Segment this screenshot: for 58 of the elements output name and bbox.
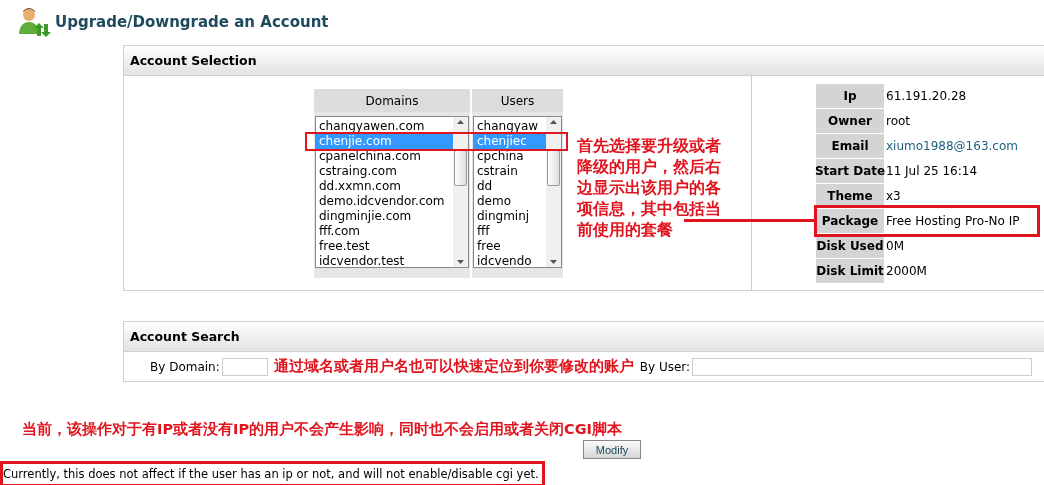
column-header: Users [472,89,563,112]
info-label: Owner [816,109,884,133]
info-value: root [886,113,912,130]
domains-listbox[interactable]: changyawen.com chenjie.com cpanelchina.com cstraing.com dd.xxmn.com demo.idcvendor.com dingminjie.com fff.com free.test idcvendor.test [315,116,469,268]
list-item[interactable]: dd.xxmn.com [316,179,453,194]
scrollbar[interactable] [546,117,561,267]
list-item[interactable]: fff.com [316,224,453,239]
list-item[interactable]: cpchina [474,149,546,164]
panel-title: Account Search [124,322,1044,352]
domain-search-field[interactable] [221,357,268,376]
scrollbar-thumb[interactable] [454,150,467,186]
annotation-text: 首先选择要升级或者降级的用户，然后右边显示出该用户的各项信息，其中包括当前使用的套餐 [577,135,721,240]
list-item[interactable]: fff [474,224,546,239]
info-value: 61.191.20.28 [886,88,968,105]
scroll-down-icon[interactable] [550,260,557,264]
modify-button[interactable]: Modify [583,440,641,459]
list-item[interactable]: cpanelchina.com [316,149,453,164]
column-header: Domains [314,89,470,112]
list-item[interactable]: idcvendo [474,254,546,269]
list-item[interactable]: changyawen.com [316,119,453,134]
email-link[interactable]: xiumo1988@163.com [886,134,1044,158]
list-item[interactable]: free.test [316,239,453,254]
info-value: 2000M [886,263,928,280]
list-item[interactable]: demo [474,194,546,209]
list-item[interactable]: cstrain [474,164,546,179]
list-item[interactable]: cstraing.com [316,164,453,179]
panel-title: Account Selection [124,46,1044,76]
annotation-text: 通过域名或者用户名也可以快速定位到你要修改的账户 [273,357,634,376]
info-value: 0M [886,238,905,255]
info-note: Currently, this does not affect if the user has an ip or not, and will not enable/disable cgi yet. [0,461,545,485]
field-label: By User: [639,359,691,374]
info-value: 11 Jul 25 16:14 [886,163,979,180]
scrollbar[interactable] [453,117,468,267]
list-item[interactable]: dd [474,179,546,194]
info-label: Ip [816,84,884,108]
info-label: Package [816,209,884,233]
scroll-down-icon[interactable] [457,260,464,264]
info-label: Start Date [816,159,884,183]
page-title: Upgrade/Downgrade an Account [55,13,329,31]
info-label: Email [816,134,884,158]
scroll-up-icon[interactable] [457,120,464,124]
info-value: Free Hosting Pro-No IP [886,213,1021,230]
scrollbar-thumb[interactable] [547,150,560,186]
user-search-field[interactable] [692,357,1033,376]
list-item[interactable]: changyaw [474,119,546,134]
list-item[interactable]: free [474,239,546,254]
list-item[interactable]: dingminjie.com [316,209,453,224]
field-label: By Domain: [150,359,220,374]
info-value: x3 [886,188,902,205]
info-label: Disk Limit [816,259,884,283]
list-item[interactable]: idcvendor.test [316,254,453,269]
list-item[interactable]: demo.idcvendor.com [316,194,453,209]
user-arrows-icon [17,6,51,38]
list-item[interactable]: dingminj [474,209,546,224]
annotation-text: 当前，该操作对于有IP或者没有IP的用户不会产生影响，同时也不会启用或者关闭CGI脚本 [21,420,623,439]
info-label: Theme [816,184,884,208]
scroll-up-icon[interactable] [550,120,557,124]
users-listbox[interactable]: changyaw chenjiec cpchina cstrain dd demo dingminj fff free idcvendo [473,116,562,268]
